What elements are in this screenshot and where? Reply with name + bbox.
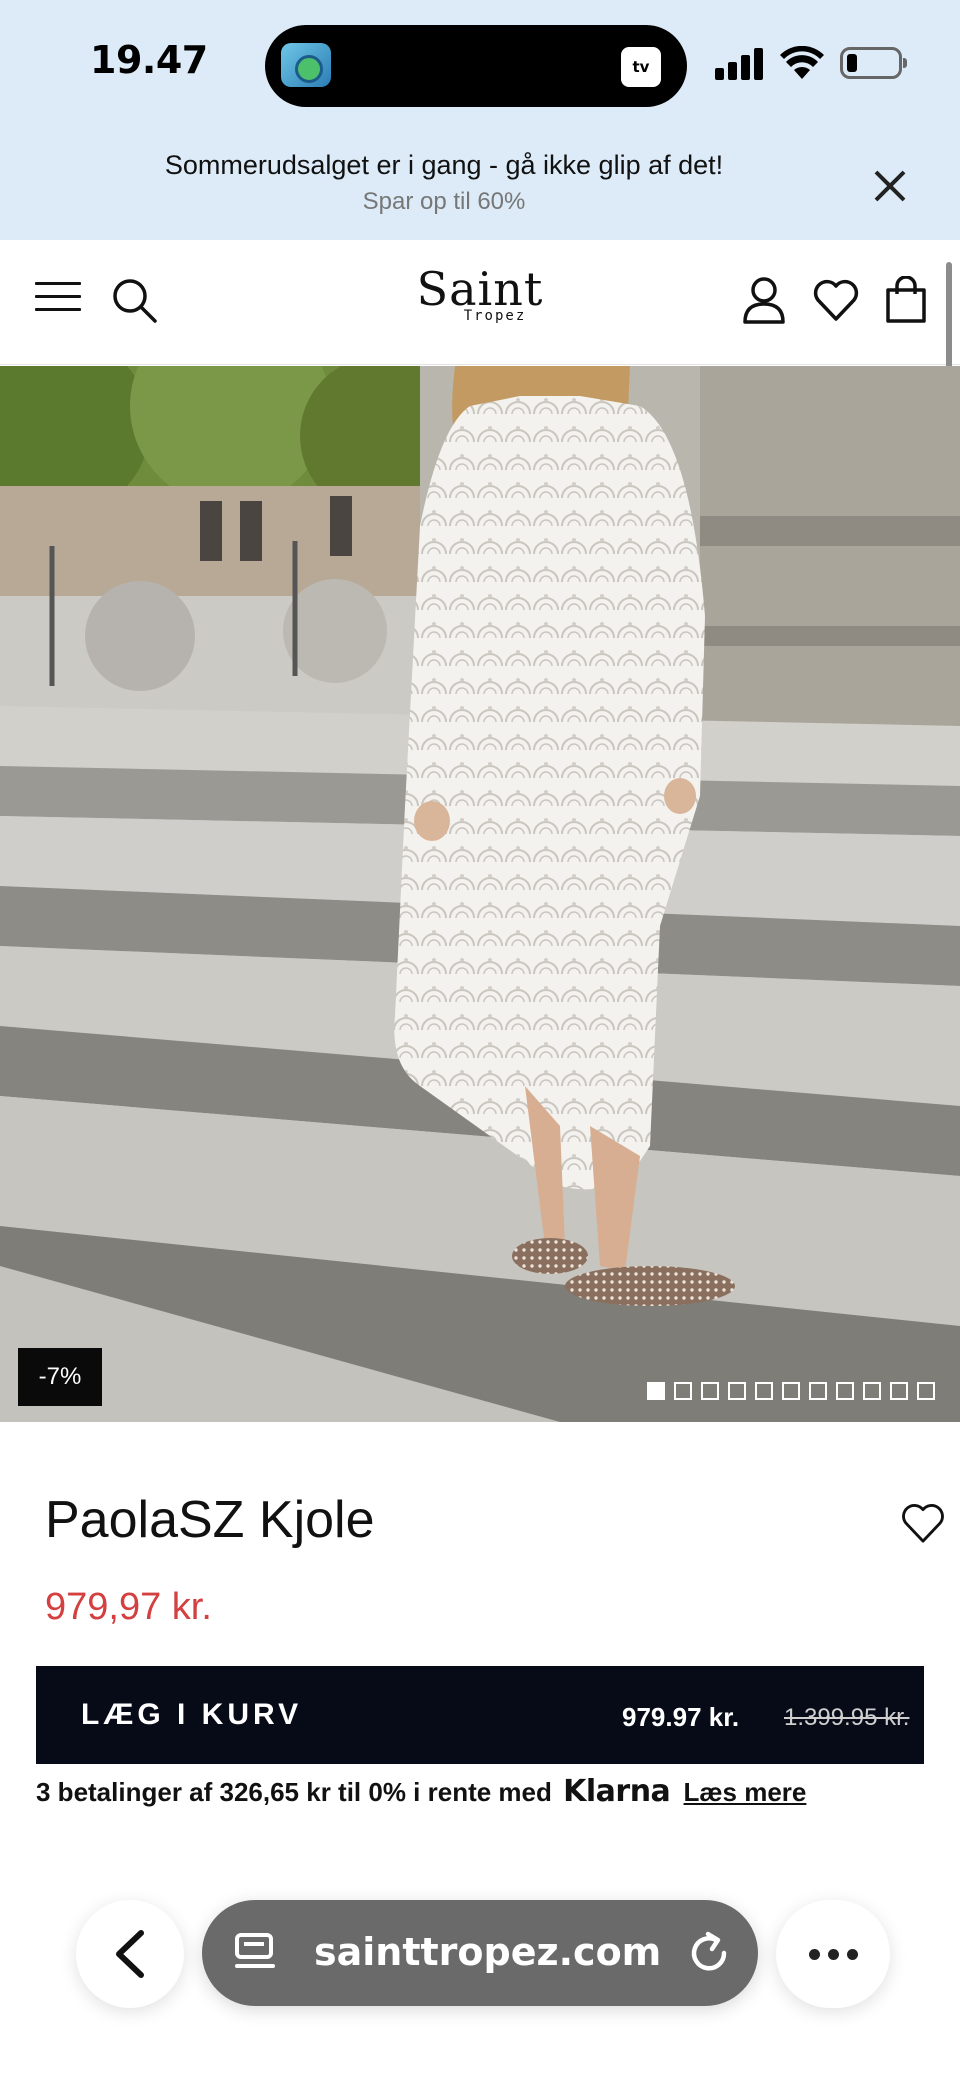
more-dot — [846, 1948, 858, 1960]
klarna-logo: Klarna — [563, 1774, 671, 1809]
gallery-dot[interactable] — [836, 1382, 854, 1400]
cart-button-old-price: 1.399.95 kr. — [784, 1704, 910, 1731]
wishlist-heart-icon[interactable] — [900, 1502, 946, 1544]
gallery-dot[interactable] — [728, 1382, 746, 1400]
cart-button-price: 979.97 kr. — [622, 1702, 740, 1732]
gallery-dot[interactable] — [701, 1382, 719, 1400]
url-text[interactable]: sainttropez.com — [314, 1930, 661, 1974]
add-to-cart-button[interactable]: LÆG I KURV 979.97 kr. 1.399.95 kr. — [36, 1666, 924, 1764]
appletv-label: tv — [632, 58, 650, 76]
reload-icon[interactable] — [686, 1930, 732, 1976]
back-button[interactable] — [76, 1900, 184, 2008]
add-to-cart-label: LÆG I KURV — [81, 1698, 303, 1731]
gallery-dot[interactable] — [890, 1382, 908, 1400]
gallery-dots[interactable] — [647, 1382, 935, 1400]
status-time: 19.47 — [90, 38, 208, 82]
gallery-dot[interactable] — [917, 1382, 935, 1400]
promo-text[interactable]: Sommerudsalget er i gang - gå ikke glip … — [0, 150, 888, 181]
gallery-dot[interactable] — [755, 1382, 773, 1400]
gallery-dot[interactable] — [647, 1382, 665, 1400]
search-icon[interactable] — [110, 276, 158, 324]
chevron-left-icon — [116, 1930, 144, 1978]
site-header: Saint Tropez — [0, 240, 960, 365]
product-price: 979,97 kr. — [45, 1586, 212, 1628]
appletv-icon: tv — [621, 47, 661, 87]
more-button[interactable] — [776, 1900, 890, 2008]
heart-icon[interactable] — [812, 278, 860, 322]
close-icon[interactable] — [868, 164, 912, 208]
more-dot — [808, 1948, 820, 1960]
promo-subtext[interactable]: Spar op til 60% — [0, 188, 888, 216]
product-photo — [0, 366, 960, 1422]
product-title: PaolaSZ Kjole — [45, 1491, 375, 1549]
gallery-dot[interactable] — [863, 1382, 881, 1400]
product-image[interactable]: -7% — [0, 366, 960, 1422]
klarna-text: 3 betalinger af 326,65 kr til 0% i rente… — [36, 1777, 552, 1807]
address-bar[interactable]: sainttropez.com — [202, 1900, 758, 2006]
wifi-icon — [780, 46, 824, 79]
klarna-info: 3 betalinger af 326,65 kr til 0% i rente… — [36, 1774, 806, 1809]
discount-badge: -7% — [18, 1348, 102, 1406]
signal-icon — [715, 48, 763, 80]
dynamic-island[interactable]: tv — [265, 25, 687, 107]
menu-icon[interactable] — [35, 282, 81, 318]
user-icon[interactable] — [742, 276, 786, 324]
gallery-dot[interactable] — [674, 1382, 692, 1400]
bag-icon[interactable] — [884, 276, 928, 324]
page-settings-icon[interactable] — [232, 1930, 278, 1976]
battery-icon — [840, 47, 907, 79]
more-dot — [827, 1948, 839, 1960]
klarna-read-more-link[interactable]: Læs mere — [684, 1777, 807, 1807]
gallery-dot[interactable] — [782, 1382, 800, 1400]
site-logo[interactable]: Saint Tropez — [400, 266, 560, 324]
gallery-dot[interactable] — [809, 1382, 827, 1400]
app-icon — [281, 43, 331, 87]
logo-main: Saint — [416, 262, 544, 316]
